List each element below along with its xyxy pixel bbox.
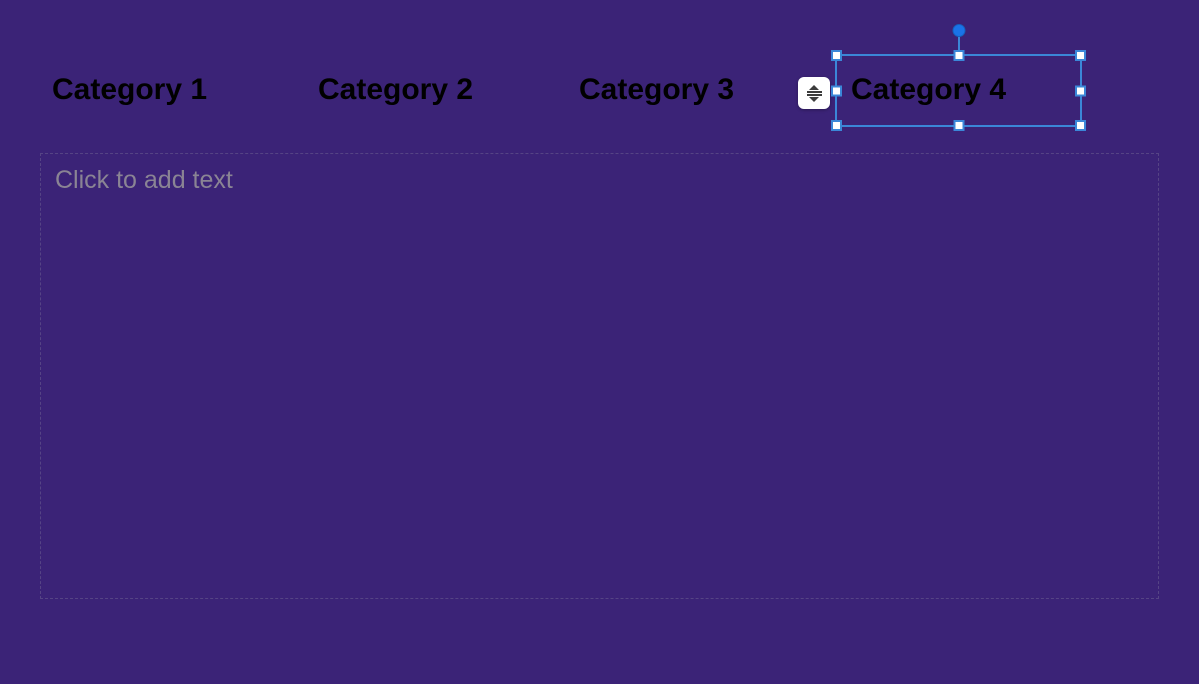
resize-handle-bottom-right[interactable]: [1075, 120, 1086, 131]
resize-handle-top-right[interactable]: [1075, 50, 1086, 61]
resize-handle-middle-left[interactable]: [831, 85, 842, 96]
content-placeholder[interactable]: Click to add text: [40, 153, 1159, 599]
line-icon: [807, 91, 822, 93]
layout-options-button[interactable]: [798, 77, 830, 109]
placeholder-text: Click to add text: [55, 166, 233, 194]
category-title-2[interactable]: Category 2: [318, 73, 473, 107]
category-title-3[interactable]: Category 3: [579, 73, 734, 107]
category-title-4[interactable]: Category 4: [851, 73, 1006, 107]
triangle-up-icon: [809, 85, 819, 90]
resize-handle-top-left[interactable]: [831, 50, 842, 61]
resize-handle-bottom-middle[interactable]: [953, 120, 964, 131]
slide-canvas[interactable]: Category 1 Category 2 Category 3 Categor…: [0, 0, 1199, 684]
line-icon: [807, 94, 822, 96]
resize-handle-top-middle[interactable]: [953, 50, 964, 61]
category-title-1[interactable]: Category 1: [52, 73, 207, 107]
triangle-down-icon: [809, 97, 819, 102]
resize-handle-bottom-left[interactable]: [831, 120, 842, 131]
rotation-handle[interactable]: [952, 24, 965, 37]
resize-handle-middle-right[interactable]: [1075, 85, 1086, 96]
